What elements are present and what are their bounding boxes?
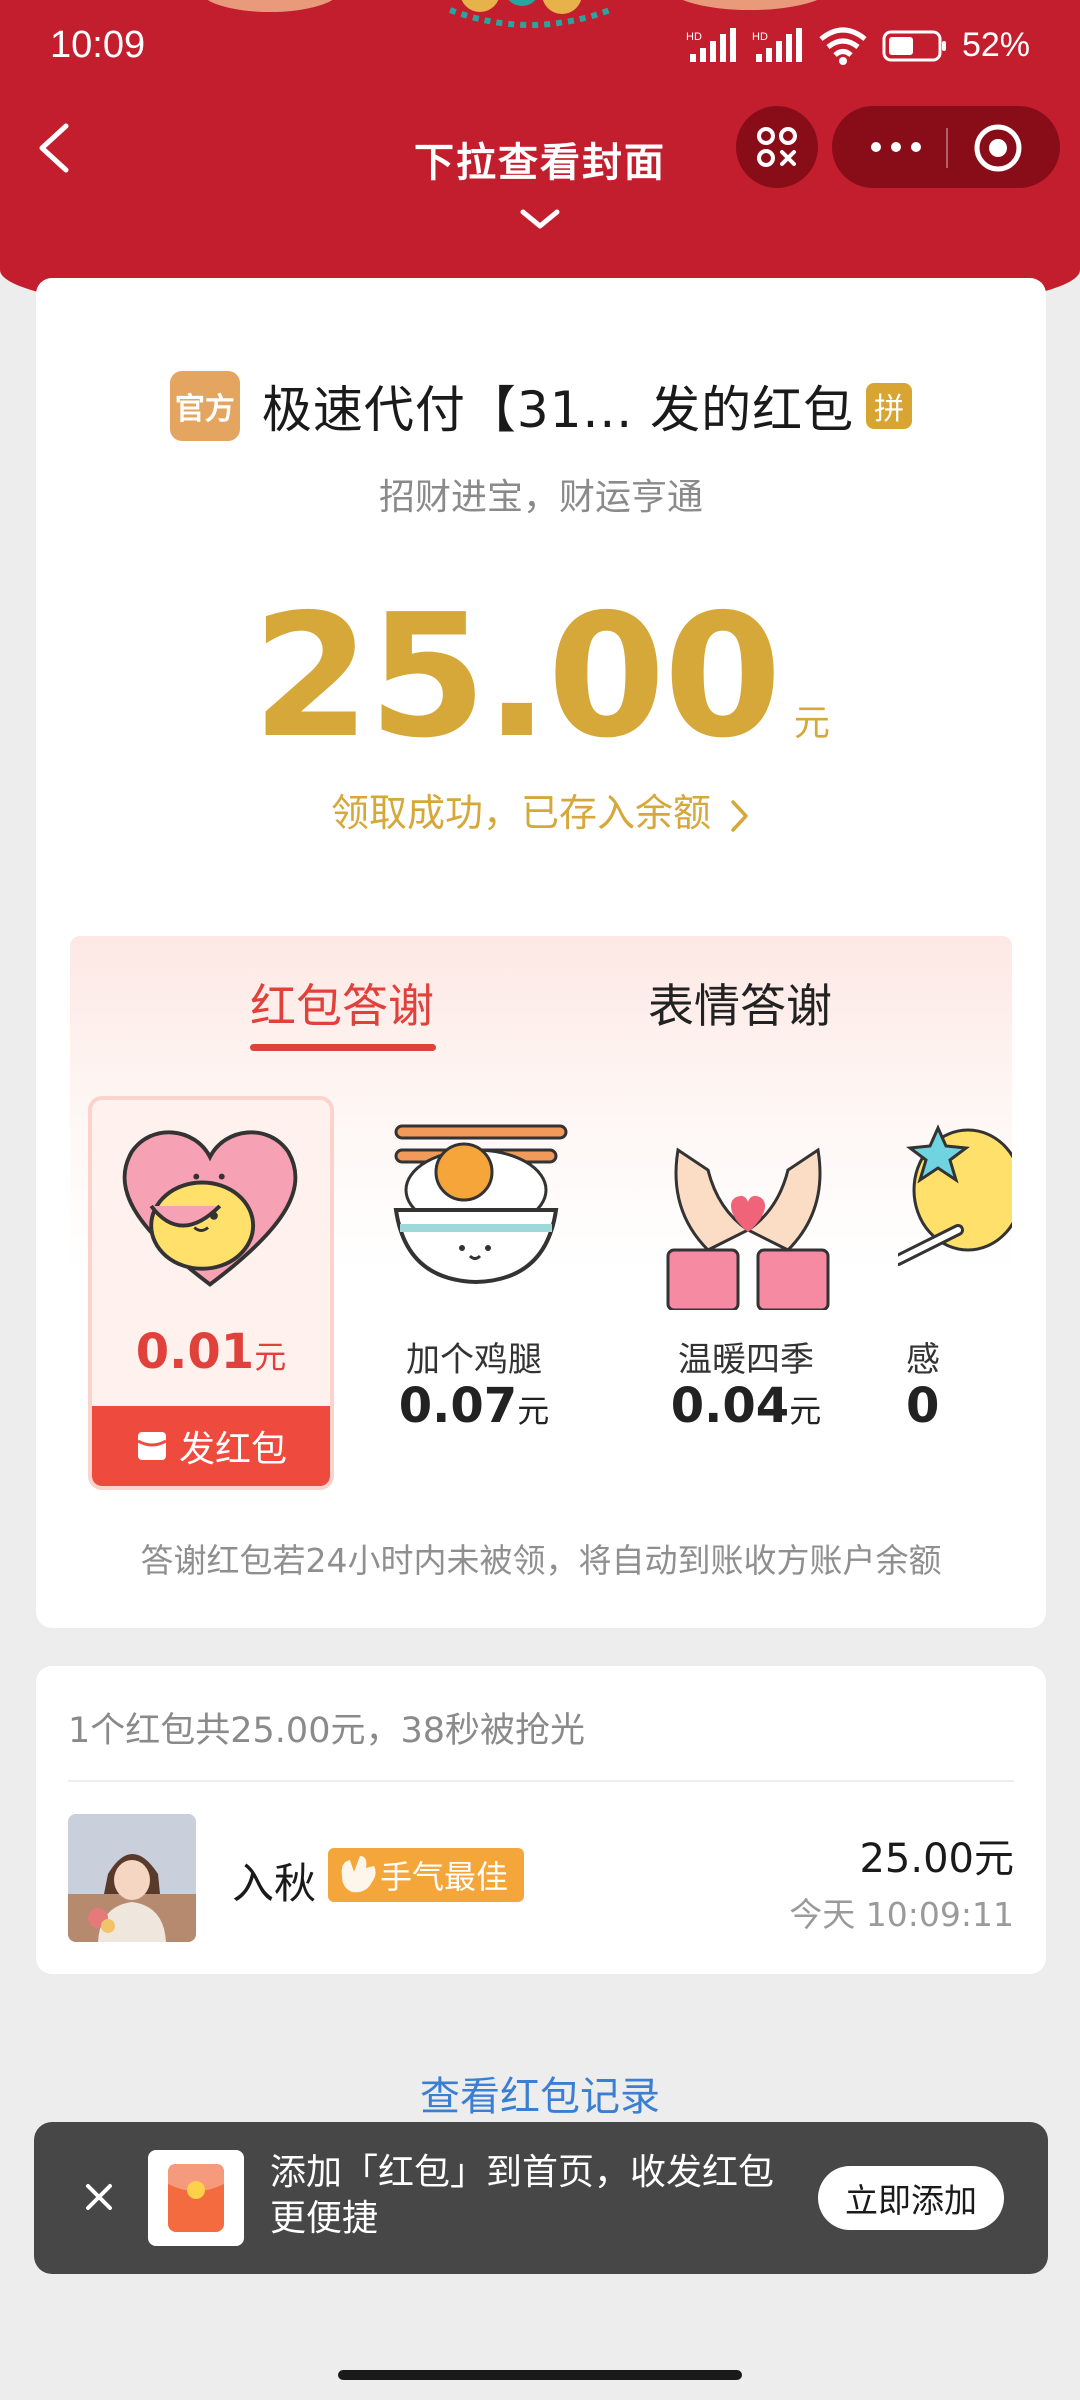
gift-price: 0.04元 <box>626 1378 866 1434</box>
wifi-icon <box>819 27 867 65</box>
battery-percent: 52% <box>961 26 1030 64</box>
more-icon[interactable] <box>866 130 926 164</box>
packet-icon <box>137 1432 167 1460</box>
status-bar: 10:09 HD HD 52% <box>0 0 1080 96</box>
records-summary: 1个红包共25.00元，38秒被抢光 <box>68 1711 586 1751</box>
view-records-link[interactable]: 查看红包记录 <box>0 2064 1080 2122</box>
chevron-down-icon[interactable] <box>517 206 563 232</box>
sender-row: 官方 极速代付【31... 发的红包 拼 <box>36 370 1046 442</box>
gift-price: 0.07元 <box>354 1378 594 1434</box>
gift-price-value: 0 <box>906 1378 940 1434</box>
gift-price-value: 0.07 <box>398 1378 518 1434</box>
star-wand-icon <box>898 1124 1012 1266</box>
gift-list[interactable]: 0.01元 发红包 加个鸡腿 0.07元 温暖四季 0.04元 感 0 <box>70 1096 1012 1496</box>
status-icons: HD HD 52% <box>686 26 1030 65</box>
app-icon <box>148 2150 244 2246</box>
scan-icon <box>757 127 797 167</box>
best-luck-label: 手气最佳 <box>380 1858 509 1896</box>
battery-icon <box>882 30 946 61</box>
status-time: 10:09 <box>50 24 146 66</box>
thanks-note: 答谢红包若24小时内未被领，将自动到账收方账户余额 <box>140 1541 942 1580</box>
scan-button[interactable] <box>736 106 818 188</box>
add-to-home-toast: 添加「红包」到首页，收发红包更便捷 立即添加 <box>34 2122 1048 2274</box>
chevron-right-icon <box>731 799 748 832</box>
divider <box>68 1780 1014 1782</box>
menu-capsule <box>832 106 1060 188</box>
close-icon[interactable] <box>74 2172 124 2222</box>
capsule-divider <box>946 128 948 168</box>
send-packet-button[interactable]: 发红包 <box>92 1406 330 1486</box>
svg-text:HD: HD <box>686 31 702 43</box>
gift-item[interactable]: 温暖四季 0.04元 <box>626 1096 866 1490</box>
records-card: 1个红包共25.00元，38秒被抢光 入秋 手气最佳 25.00元 今天 10:… <box>36 1666 1046 1974</box>
pin-badge: 拼 <box>866 383 913 429</box>
balance-link-label: 领取成功，已存入余额 <box>330 791 711 835</box>
amount-display: 25.00 元 <box>36 578 1046 776</box>
gift-item-selected[interactable]: 0.01元 发红包 <box>88 1096 334 1490</box>
balance-link[interactable]: 领取成功，已存入余额 <box>36 782 1046 837</box>
red-packet-icon <box>168 2164 224 2232</box>
gift-price-unit: 元 <box>517 1392 550 1430</box>
gift-price-unit: 元 <box>789 1392 822 1430</box>
hd-signal-icon: HD <box>752 27 802 62</box>
home-indicator[interactable] <box>338 2370 742 2380</box>
gift-price-unit: 元 <box>254 1338 287 1376</box>
gift-item[interactable]: 加个鸡腿 0.07元 <box>354 1096 594 1490</box>
avatar[interactable] <box>68 1814 196 1942</box>
tab-packet-thanks[interactable]: 红包答谢 <box>250 970 434 1036</box>
tab-underline <box>250 1044 436 1051</box>
blessing-text: 招财进宝，财运亨通 <box>378 477 703 518</box>
sender-name: 极速代付【31... 发的红包 <box>261 381 855 439</box>
official-badge: 官方 <box>169 371 240 441</box>
amount-value: 25.00 <box>252 578 782 776</box>
heart-hands-icon <box>666 1147 830 1310</box>
gift-price: 0 <box>906 1378 1012 1434</box>
thumbs-up-hand-icon <box>341 1856 376 1893</box>
gift-name: 加个鸡腿 <box>406 1340 542 1380</box>
add-now-button[interactable]: 立即添加 <box>818 2166 1004 2230</box>
send-packet-label: 发红包 <box>178 1429 287 1470</box>
nav-bar: 下拉查看封面 <box>0 100 1080 230</box>
rice-bowl-icon <box>393 1124 568 1285</box>
avatar-image-icon <box>68 1814 196 1942</box>
record-amount: 25.00元 <box>859 1836 1014 1882</box>
receiver-name: 入秋 <box>232 1859 317 1908</box>
gift-name: 温暖四季 <box>678 1340 814 1380</box>
tab-sticker-thanks[interactable]: 表情答谢 <box>648 970 832 1036</box>
record-time: 今天 10:09:11 <box>789 1895 1014 1934</box>
thanks-tabs: 红包答谢 表情答谢 <box>70 936 1012 1056</box>
gift-price: 0.01元 <box>92 1324 330 1380</box>
packet-card: 官方 极速代付【31... 发的红包 拼 招财进宝，财运亨通 25.00 元 领取… <box>36 278 1046 1628</box>
best-luck-badge: 手气最佳 <box>328 1848 525 1902</box>
thanks-panel: 红包答谢 表情答谢 0.01元 发红包 加个鸡腿 0.07元 温暖四季 0.04… <box>70 936 1012 1496</box>
hd-signal-icon: HD <box>686 27 736 62</box>
toast-message: 添加「红包」到首页，收发红包更便捷 <box>270 2152 775 2239</box>
heart-hug-icon <box>122 1130 298 1287</box>
gift-price-value: 0.01 <box>135 1324 255 1380</box>
gift-price-value: 0.04 <box>670 1378 790 1434</box>
gift-name: 感 <box>906 1340 940 1380</box>
gift-item[interactable]: 感 0 <box>898 1096 1012 1490</box>
target-icon[interactable] <box>972 122 1024 174</box>
amount-unit: 元 <box>793 703 830 744</box>
svg-text:HD: HD <box>752 31 768 43</box>
